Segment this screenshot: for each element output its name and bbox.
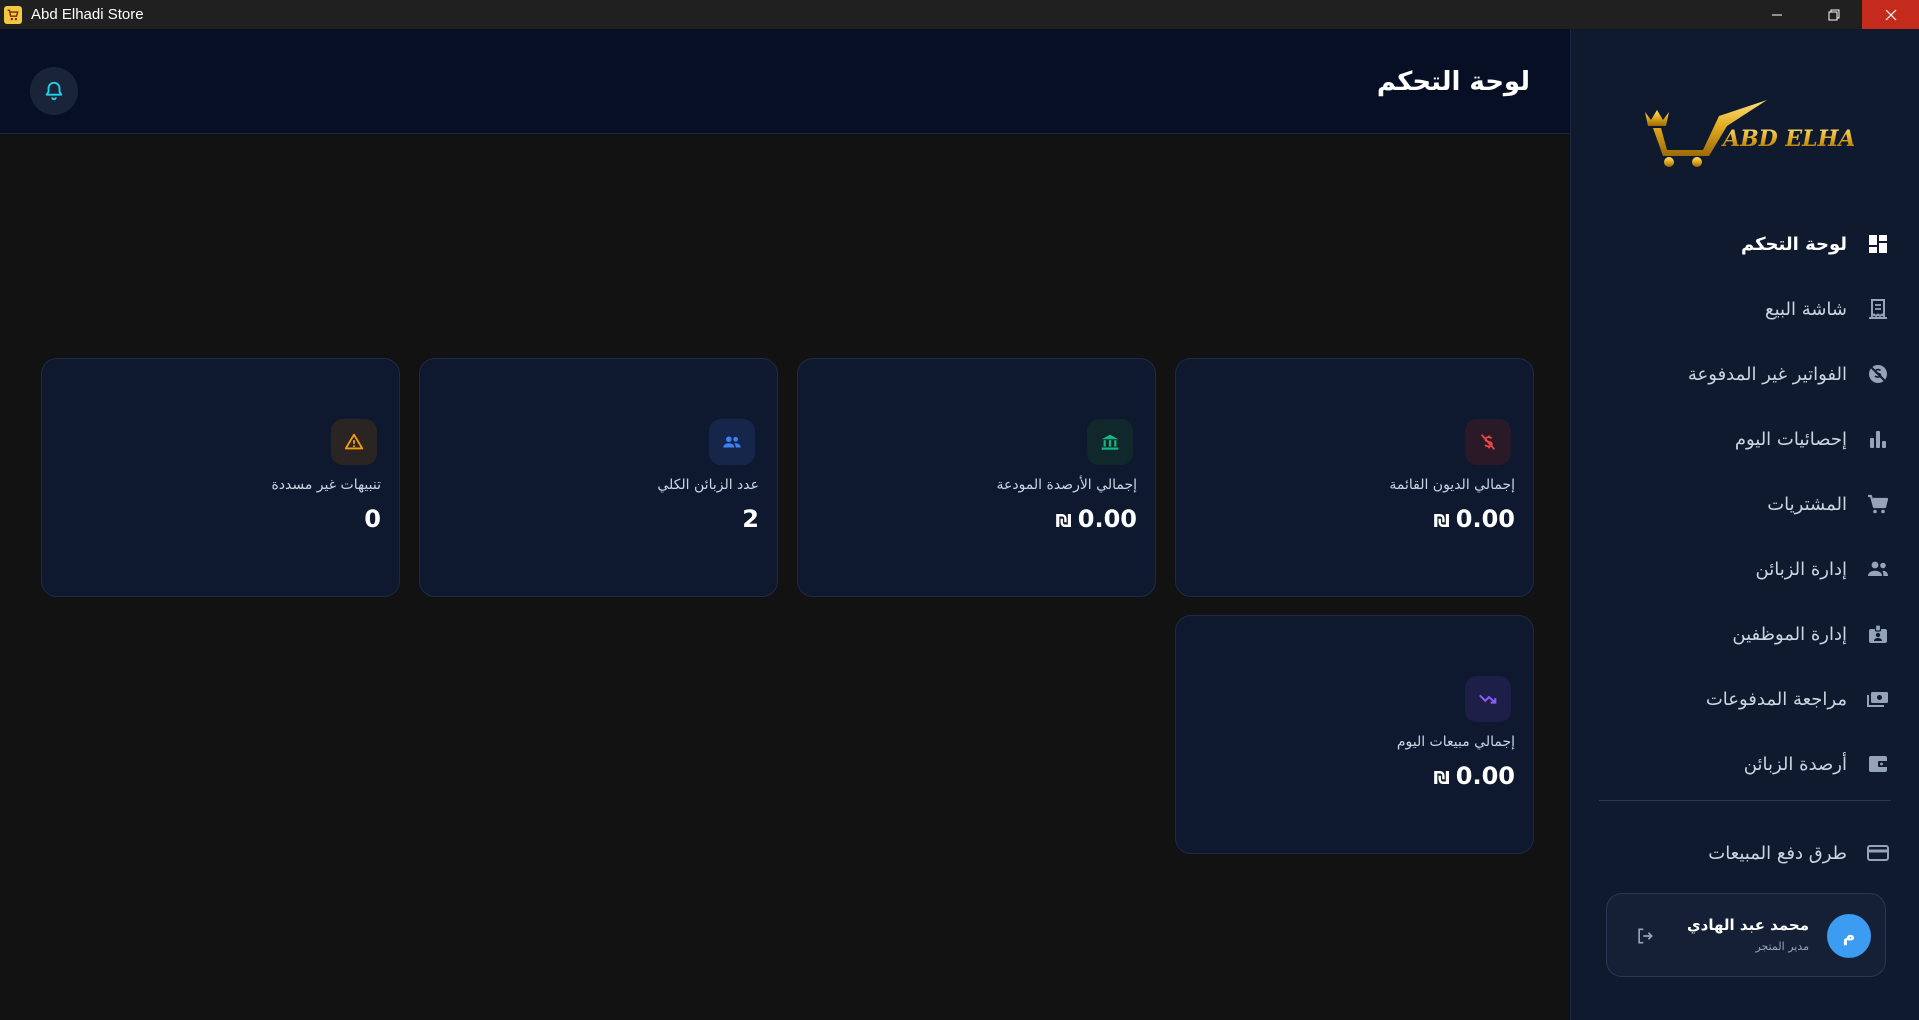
sidebar-item-label: لوحة التحكم <box>1740 233 1847 255</box>
bar-chart-icon <box>1865 426 1891 452</box>
sidebar-item-label: إدارة الموظفين <box>1732 623 1847 645</box>
card-value: ₪ 0.00 <box>1434 505 1516 533</box>
people-icon <box>1865 556 1891 582</box>
restore-button[interactable] <box>1805 0 1862 29</box>
restore-icon <box>1828 9 1839 20</box>
card-amount: 0.00 <box>1455 505 1515 533</box>
trend-icon <box>1465 676 1511 722</box>
badge-icon <box>1865 621 1891 647</box>
avatar: م <box>1827 914 1871 958</box>
payments-icon <box>1865 686 1891 712</box>
sidebar-item-payments-review[interactable]: مراجعة المدفوعات <box>1591 679 1891 719</box>
sidebar-item-customer-balances[interactable]: أرصدة الزبائن <box>1591 744 1891 784</box>
card-value: 2 <box>742 505 759 533</box>
dashboard-icon <box>1865 231 1891 257</box>
currency-symbol: ₪ <box>1433 768 1450 789</box>
page-header: لوحة التحكم <box>0 29 1570 134</box>
sidebar-item-customers[interactable]: إدارة الزبائن <box>1591 549 1891 589</box>
main-content: لوحة التحكم إجمالي الديون القائمة ₪ 0.00… <box>0 29 1570 1020</box>
sidebar-item-employees[interactable]: إدارة الموظفين <box>1591 614 1891 654</box>
card-label: إجمالي مبيعات اليوم <box>1396 734 1515 750</box>
currency-symbol: ₪ <box>1433 511 1450 532</box>
app-cart-icon <box>4 5 22 24</box>
user-profile-card: م محمد عبد الهادي مدير المتجر <box>1606 893 1886 977</box>
minimize-icon <box>1771 14 1782 15</box>
card-amount: 2 <box>742 505 759 533</box>
stat-card-today-sales: إجمالي مبيعات اليوم ₪ 0.00 <box>1175 615 1534 854</box>
wallet-icon <box>1865 751 1891 777</box>
sidebar-item-label: أرصدة الزبائن <box>1743 753 1847 775</box>
page-title: لوحة التحكم <box>1376 67 1530 97</box>
logout-icon <box>1638 928 1653 944</box>
stat-card-outstanding-debts: إجمالي الديون القائمة ₪ 0.00 <box>1175 358 1534 597</box>
user-name: محمد عبد الهادي <box>1686 916 1809 934</box>
svg-text:ABD ELHADI: ABD ELHADI <box>1721 126 1854 152</box>
logout-button[interactable] <box>1633 924 1657 948</box>
stat-card-unpaid-alerts: تنبيهات غير مسددة 0 <box>41 358 400 597</box>
sidebar-item-label: مراجعة المدفوعات <box>1705 688 1847 710</box>
bank-icon <box>1087 419 1133 465</box>
no-payment-icon <box>1865 361 1891 387</box>
stat-card-total-customers: عدد الزبائن الكلي 2 <box>419 358 778 597</box>
sidebar-item-label: طرق دفع المبيعات <box>1708 842 1847 864</box>
sidebar-item-label: إدارة الزبائن <box>1755 558 1848 580</box>
card-amount: 0.00 <box>1077 505 1137 533</box>
sidebar-item-label: الفواتير غير المدفوعة <box>1687 363 1847 385</box>
card-value: ₪ 0.00 <box>1056 505 1138 533</box>
minimize-button[interactable] <box>1748 0 1805 29</box>
card-label: إجمالي الديون القائمة <box>1389 477 1515 493</box>
sidebar-item-today-stats[interactable]: إحصائيات اليوم <box>1591 419 1891 459</box>
receipt-icon <box>1865 296 1891 322</box>
store-logo: ABD ELHADI <box>1639 94 1886 174</box>
currency-symbol: ₪ <box>1055 511 1072 532</box>
sidebar-item-dashboard[interactable]: لوحة التحكم <box>1591 224 1891 264</box>
sidebar-item-pos-screen[interactable]: شاشة البيع <box>1591 289 1891 329</box>
close-button[interactable] <box>1862 0 1919 29</box>
credit-card-icon <box>1865 840 1891 866</box>
sidebar-item-sales-payment-methods[interactable]: طرق دفع المبيعات <box>1591 833 1891 873</box>
window-title: Abd Elhadi Store <box>31 6 144 23</box>
stat-card-deposited-balances: إجمالي الأرصدة المودعة ₪ 0.00 <box>797 358 1156 597</box>
notifications-button[interactable] <box>30 67 78 115</box>
sidebar-item-purchases[interactable]: المشتريات <box>1591 484 1891 524</box>
card-value: ₪ 0.00 <box>1434 762 1516 790</box>
card-amount: 0 <box>364 505 381 533</box>
sidebar-divider <box>1599 800 1891 801</box>
users-icon <box>709 419 755 465</box>
sidebar-item-label: إحصائيات اليوم <box>1734 428 1847 450</box>
bell-icon <box>45 81 63 101</box>
sidebar: ABD ELHADI لوحة التحكم شاشة البيع الفوات… <box>1570 29 1919 1020</box>
money-off-icon <box>1465 419 1511 465</box>
sidebar-item-unpaid-invoices[interactable]: الفواتير غير المدفوعة <box>1591 354 1891 394</box>
window-titlebar: Abd Elhadi Store <box>0 0 1919 29</box>
card-label: عدد الزبائن الكلي <box>657 477 759 493</box>
card-label: إجمالي الأرصدة المودعة <box>996 477 1137 493</box>
card-value: 0 <box>364 505 381 533</box>
close-icon <box>1885 9 1896 20</box>
card-amount: 0.00 <box>1455 762 1515 790</box>
sidebar-item-label: المشتريات <box>1767 493 1847 515</box>
cart-icon <box>1865 491 1891 517</box>
warning-icon <box>331 419 377 465</box>
card-label: تنبيهات غير مسددة <box>271 477 381 493</box>
sidebar-item-label: شاشة البيع <box>1765 298 1847 320</box>
user-role: مدير المتجر <box>1755 940 1809 953</box>
